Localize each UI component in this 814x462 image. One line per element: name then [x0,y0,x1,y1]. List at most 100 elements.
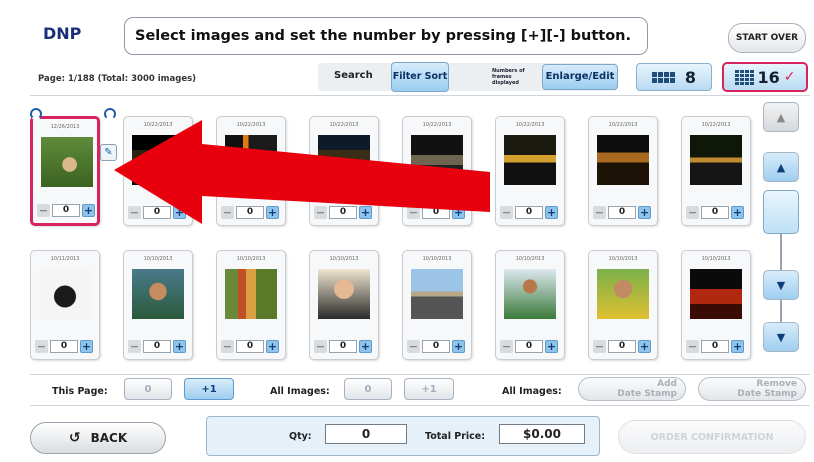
this-page-plus-one-button[interactable]: +1 [184,378,234,400]
back-arrow-icon: ↺ [68,430,81,446]
photo-card[interactable]: 10/11/2013 −0 + [30,250,100,360]
add-date-stamp-button[interactable]: Add Date Stamp [578,377,686,401]
quantity-stepper: −0 + [35,339,97,353]
quantity-field[interactable]: 0 [236,339,264,353]
quantity-field[interactable]: 0 [608,339,636,353]
photo-date: 10/11/2013 [50,256,80,262]
minus-button[interactable]: − [128,339,141,353]
checkmark-icon: ✓ [783,69,796,85]
quantity-stepper: −0 + [593,205,655,219]
quantity-field[interactable]: 0 [422,339,450,353]
photo-card[interactable]: 10/10/2013 −0 + [216,250,286,360]
plus-button[interactable]: + [638,339,651,353]
photo-thumbnail[interactable] [597,269,649,319]
quantity-field[interactable]: 0 [701,339,729,353]
photo-card[interactable]: 10/10/2013 −0 + [588,250,658,360]
minus-button[interactable]: − [686,205,699,219]
minus-button[interactable]: − [593,339,606,353]
photo-card[interactable]: 10/10/2013 −0 + [309,250,379,360]
plus-button[interactable]: + [731,205,744,219]
enlarge-edit-button[interactable]: Enlarge/Edit [542,64,618,90]
photo-date: 10/10/2013 [422,256,452,262]
photo-date: 10/10/2013 [329,256,359,262]
minus-button[interactable]: − [593,205,606,219]
photo-date: 10/10/2013 [143,256,173,262]
this-page-zero-button[interactable]: 0 [124,378,172,400]
back-button[interactable]: ↺ BACK [30,422,166,454]
order-confirmation-button[interactable]: ORDER CONFIRMATION [618,420,806,454]
scroll-up-button[interactable]: ▲ [763,152,799,182]
quantity-field[interactable]: 0 [701,205,729,219]
minus-button[interactable]: − [500,205,513,219]
start-over-button[interactable]: START OVER [728,23,806,53]
scroll-down-button[interactable]: ▼ [763,270,799,300]
remove-date-stamp-button[interactable]: Remove Date Stamp [698,377,806,401]
minus-button[interactable]: − [37,203,50,217]
quantity-stepper: −0 + [221,339,283,353]
numbers-of-frames-label: Numbers of frames displayed [492,68,525,86]
photo-card[interactable]: 10/22/2013 −0 + [681,116,751,226]
grid-16-button[interactable]: 16 ✓ [722,62,808,92]
photo-thumbnail[interactable] [690,269,742,319]
rotate-left-icon[interactable] [30,108,42,120]
all-images-zero-button[interactable]: 0 [344,378,392,400]
photo-thumbnail[interactable] [504,269,556,319]
plus-button[interactable]: + [545,339,558,353]
photo-card[interactable]: 10/10/2013 −0 + [123,250,193,360]
photo-thumbnail[interactable] [225,269,277,319]
quantity-field[interactable]: 0 [329,339,357,353]
scroll-top-button[interactable]: ▲ [763,102,799,132]
photo-thumbnail[interactable] [597,135,649,185]
all-images-plus-one-button[interactable]: +1 [404,378,454,400]
back-label: BACK [90,431,128,445]
rotate-right-icon[interactable] [104,108,116,120]
plus-button[interactable]: + [638,205,651,219]
minus-button[interactable]: − [500,339,513,353]
remove-date-stamp-line2: Date Stamp [737,389,797,399]
photo-date: 10/10/2013 [515,256,545,262]
plus-button[interactable]: + [82,203,95,217]
photo-card[interactable]: 10/10/2013 −0 + [402,250,472,360]
photo-thumbnail[interactable] [41,137,93,187]
minus-button[interactable]: − [35,339,48,353]
plus-button[interactable]: + [359,339,372,353]
plus-button[interactable]: + [173,339,186,353]
scroll-thumb[interactable] [763,190,799,234]
quantity-field[interactable]: 0 [52,203,80,217]
plus-button[interactable]: + [545,205,558,219]
photo-card[interactable]: 10/22/2013 −0 + [588,116,658,226]
quantity-field[interactable]: 0 [50,339,78,353]
grid-8-button[interactable]: 8 [636,63,712,91]
plus-button[interactable]: + [80,339,93,353]
quantity-field[interactable]: 0 [143,339,171,353]
plus-button[interactable]: + [731,339,744,353]
quantity-field[interactable]: 0 [515,205,543,219]
photo-thumbnail[interactable] [132,269,184,319]
scroll-bottom-button[interactable]: ▼ [763,322,799,352]
photo-card[interactable]: 10/10/2013 −0 + [681,250,751,360]
photo-thumbnail[interactable] [690,135,742,185]
minus-button[interactable]: − [314,339,327,353]
photo-date: 10/22/2013 [515,122,545,128]
quantity-field[interactable]: 0 [515,339,543,353]
photo-date: 10/10/2013 [608,256,638,262]
minus-button[interactable]: − [221,339,234,353]
this-page-label: This Page: [52,386,108,397]
plus-button[interactable]: + [452,339,465,353]
quantity-field[interactable]: 0 [608,205,636,219]
photo-card[interactable]: 10/22/2013 −0 + [495,116,565,226]
photo-card[interactable]: 12/26/2013 −0 + [30,116,100,226]
quantity-stepper: −0 + [128,339,190,353]
add-date-stamp-line2: Date Stamp [617,389,677,399]
minus-button[interactable]: − [686,339,699,353]
plus-button[interactable]: + [266,339,279,353]
photo-card[interactable]: 10/10/2013 −0 + [495,250,565,360]
photo-thumbnail[interactable] [39,269,91,319]
filter-sort-button[interactable]: Filter Sort [391,62,449,92]
photo-thumbnail[interactable] [504,135,556,185]
photo-thumbnail[interactable] [411,269,463,319]
all-images-label: All Images: [270,386,330,397]
photo-thumbnail[interactable] [318,269,370,319]
minus-button[interactable]: − [407,339,420,353]
photo-date: 10/10/2013 [701,256,731,262]
